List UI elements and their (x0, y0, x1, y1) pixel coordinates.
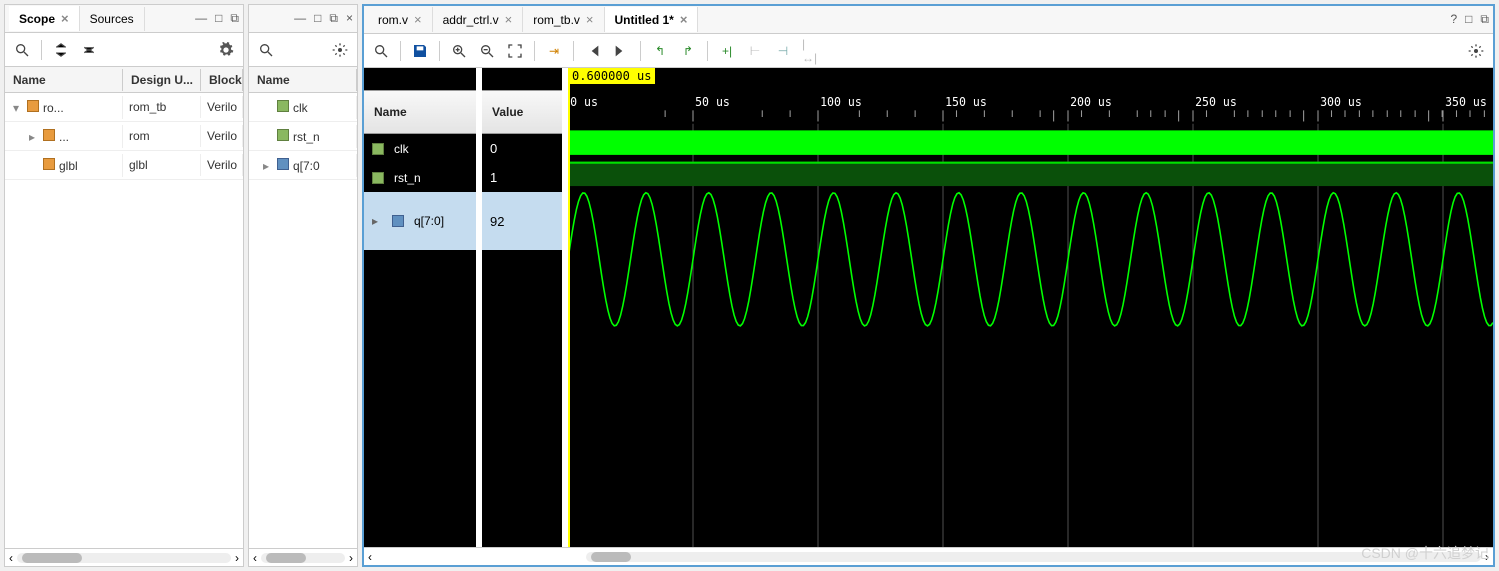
scope-panel: Scope× Sources — □ ⧉ Name Design U... Bl… (4, 4, 244, 567)
close-icon[interactable]: × (680, 12, 688, 27)
waveform-body: Name clkrst_n▸q[7:0] Value 0192 0.600000… (364, 68, 1493, 547)
waveform-panel: rom.v×addr_ctrl.v×rom_tb.v×Untitled 1*× … (362, 4, 1495, 567)
cursor-line[interactable] (568, 68, 570, 547)
expand-all-icon[interactable] (80, 41, 98, 59)
svg-text:200 us: 200 us (1070, 95, 1112, 109)
col-block[interactable]: Block (201, 69, 243, 91)
minimize-icon[interactable]: — (195, 11, 207, 26)
tab-scope[interactable]: Scope× (9, 6, 80, 31)
go-start-icon[interactable] (584, 42, 602, 60)
go-end-icon[interactable] (612, 42, 630, 60)
help-icon[interactable]: ? (1450, 12, 1457, 27)
scroll-right-icon[interactable]: › (235, 551, 239, 565)
waveform-toolbar: ⇥ ↰ ↱ +| ⊢ ⊣ |↔| (364, 34, 1493, 68)
waveform-scrollbar[interactable]: ‹ › (364, 547, 1493, 565)
objects-header-row: Name (249, 67, 357, 93)
objects-tabbar: — □ ⧉ × (249, 5, 357, 33)
objects-panel: — □ ⧉ × Name clkrst_n▸q[7:0 ‹ › (248, 4, 358, 567)
popout-icon[interactable]: ⧉ (230, 11, 239, 26)
wave-value-col: Value 0192 (482, 68, 568, 547)
col-name[interactable]: Name (249, 69, 357, 91)
close-icon[interactable]: × (346, 11, 353, 26)
add-marker-icon[interactable]: +| (718, 42, 736, 60)
popout-icon[interactable]: ⧉ (329, 11, 338, 26)
minimize-icon[interactable]: — (294, 11, 306, 26)
wave-value-header[interactable]: Value (482, 90, 562, 134)
zoom-fit-icon[interactable] (506, 42, 524, 60)
scope-tree: ▾ro...rom_tbVerilo▸...romVeriloglblglblV… (5, 93, 243, 548)
table-row[interactable]: ▾ro...rom_tbVerilo (5, 93, 243, 122)
signal-name-row[interactable]: clk (364, 134, 476, 163)
svg-text:250 us: 250 us (1195, 95, 1237, 109)
maximize-icon[interactable]: □ (314, 11, 321, 26)
svg-text:150 us: 150 us (945, 95, 987, 109)
scroll-left-icon[interactable]: ‹ (9, 551, 13, 565)
collapse-all-icon[interactable] (52, 41, 70, 59)
maximize-icon[interactable]: □ (1465, 12, 1472, 27)
wave-name-header[interactable]: Name (364, 90, 476, 134)
zoom-out-icon[interactable] (478, 42, 496, 60)
waveform-canvas[interactable]: 0.600000 us 0 us 50 us 100 us 150 us 200 us 2… (568, 68, 1493, 547)
svg-text:50 us: 50 us (695, 95, 730, 109)
list-item[interactable]: ▸q[7:0 (249, 151, 357, 180)
tab-untitled-1-[interactable]: Untitled 1*× (605, 7, 699, 32)
scope-toolbar (5, 33, 243, 67)
scope-tabbar: Scope× Sources — □ ⧉ (5, 5, 243, 33)
editor-tabbar: rom.v×addr_ctrl.v×rom_tb.v×Untitled 1*× … (364, 6, 1493, 34)
prev-marker-icon[interactable]: ⊢ (746, 42, 764, 60)
maximize-icon[interactable]: □ (215, 11, 222, 26)
gear-icon[interactable] (217, 41, 235, 59)
signal-name-row[interactable]: ▸q[7:0] (364, 192, 476, 250)
close-icon[interactable]: × (586, 12, 594, 27)
search-icon[interactable] (257, 41, 275, 59)
search-icon[interactable] (372, 42, 390, 60)
swap-marker-icon[interactable]: |↔| (802, 42, 820, 60)
close-icon[interactable]: × (505, 12, 513, 27)
tab-rom-tb-v[interactable]: rom_tb.v× (523, 7, 604, 32)
next-marker-icon[interactable]: ⊣ (774, 42, 792, 60)
svg-text:300 us: 300 us (1320, 95, 1362, 109)
gear-icon[interactable] (1467, 42, 1485, 60)
zoom-in-icon[interactable] (450, 42, 468, 60)
popout-icon[interactable]: ⧉ (1480, 12, 1489, 27)
objects-toolbar (249, 33, 357, 67)
list-item[interactable]: rst_n (249, 122, 357, 151)
close-icon[interactable]: × (61, 11, 69, 26)
objects-scrollbar[interactable]: ‹ › (249, 548, 357, 566)
cursor-label: 0.600000 us (568, 68, 655, 84)
watermark: CSDN @十六追梦记 (1361, 543, 1489, 563)
signal-value-row: 92 (482, 192, 562, 250)
scroll-left-icon[interactable]: ‹ (253, 551, 257, 565)
tab-sources[interactable]: Sources (80, 7, 145, 31)
signal-value-row: 1 (482, 163, 562, 192)
tab-rom-v[interactable]: rom.v× (368, 7, 433, 32)
list-item[interactable]: clk (249, 93, 357, 122)
tab-addr-ctrl-v[interactable]: addr_ctrl.v× (433, 7, 524, 32)
save-icon[interactable] (411, 42, 429, 60)
svg-text:350 us: 350 us (1445, 95, 1487, 109)
scroll-left-icon[interactable]: ‹ (368, 550, 372, 564)
prev-transition-icon[interactable]: ↰ (651, 42, 669, 60)
gear-icon[interactable] (331, 41, 349, 59)
close-icon[interactable]: × (414, 12, 422, 27)
goto-cursor-icon[interactable]: ⇥ (545, 42, 563, 60)
signal-name-row[interactable]: rst_n (364, 163, 476, 192)
scroll-right-icon[interactable]: › (349, 551, 353, 565)
scope-scrollbar[interactable]: ‹ › (5, 548, 243, 566)
col-design-unit[interactable]: Design U... (123, 69, 201, 91)
wave-name-col: Name clkrst_n▸q[7:0] (364, 68, 482, 547)
objects-tree: clkrst_n▸q[7:0 (249, 93, 357, 548)
col-name[interactable]: Name (5, 69, 123, 91)
scope-header-row: Name Design U... Block (5, 67, 243, 93)
svg-text:0 us: 0 us (570, 95, 598, 109)
svg-text:100 us: 100 us (820, 95, 862, 109)
table-row[interactable]: glblglblVerilo (5, 151, 243, 180)
signal-value-row: 0 (482, 134, 562, 163)
next-transition-icon[interactable]: ↱ (679, 42, 697, 60)
search-icon[interactable] (13, 41, 31, 59)
table-row[interactable]: ▸...romVerilo (5, 122, 243, 151)
